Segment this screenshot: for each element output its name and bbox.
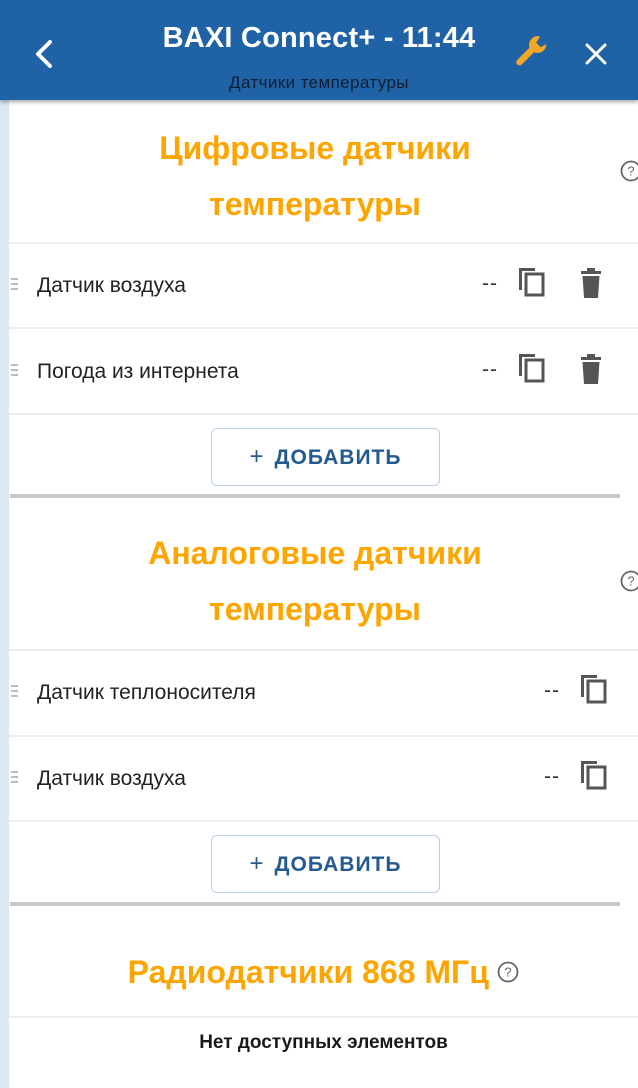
- add-digital-sensor-button[interactable]: + ДОБАВИТЬ: [211, 428, 440, 486]
- page-subtitle: Датчики температуры: [229, 73, 409, 92]
- sensor-name: Датчик воздуха: [37, 767, 186, 790]
- divider: [9, 327, 638, 329]
- list-item[interactable]: Датчик воздуха --: [9, 244, 638, 328]
- divider: [9, 1016, 638, 1018]
- add-button-label: ДОБАВИТЬ: [274, 446, 402, 469]
- svg-text:?: ?: [627, 164, 634, 179]
- trash-icon[interactable]: [579, 354, 603, 384]
- sensor-name: Погода из интернета: [37, 360, 239, 383]
- copy-icon[interactable]: [579, 759, 609, 791]
- digital-sensors-title-line1: Цифровые датчики: [159, 130, 471, 166]
- drag-handle-icon[interactable]: [11, 771, 19, 787]
- app-header: BAXI Connect+ - 11:44 Датчики температур…: [0, 0, 638, 100]
- radio-sensors-title: Радиодатчики 868 МГц: [127, 954, 489, 990]
- plus-icon: +: [249, 850, 265, 877]
- section-separator: [10, 902, 620, 906]
- section-separator: [10, 494, 620, 498]
- empty-list-message: Нет доступных элементов: [199, 1032, 448, 1053]
- copy-icon[interactable]: [579, 673, 609, 705]
- close-button[interactable]: [580, 38, 612, 70]
- drag-handle-icon[interactable]: [11, 685, 19, 701]
- wrench-icon: [516, 35, 547, 66]
- trash-icon[interactable]: [579, 268, 603, 298]
- divider: [9, 413, 638, 415]
- sensor-value: --: [544, 679, 560, 702]
- copy-icon[interactable]: [517, 352, 547, 384]
- divider: [9, 820, 638, 822]
- help-circle-icon[interactable]: ?: [620, 570, 638, 592]
- sensor-value: --: [482, 358, 498, 381]
- list-item[interactable]: Погода из интернета --: [9, 330, 638, 414]
- help-circle-icon[interactable]: ?: [620, 160, 638, 182]
- add-button-label: ДОБАВИТЬ: [274, 853, 402, 876]
- analog-sensors-title-line2: температуры: [209, 591, 421, 627]
- drag-handle-icon[interactable]: [11, 278, 19, 294]
- left-edge-strip: [0, 100, 9, 1088]
- copy-icon[interactable]: [517, 266, 547, 298]
- list-item[interactable]: Датчик теплоносителя --: [9, 651, 638, 735]
- drag-handle-icon[interactable]: [11, 364, 19, 380]
- sensor-value: --: [544, 765, 560, 788]
- close-icon: [585, 43, 607, 65]
- analog-sensors-title-line1: Аналоговые датчики: [148, 535, 482, 571]
- svg-text:?: ?: [627, 574, 634, 589]
- svg-text:?: ?: [505, 965, 512, 980]
- settings-button[interactable]: [512, 32, 552, 74]
- digital-sensors-title-line2: температуры: [209, 186, 421, 222]
- list-item[interactable]: Датчик воздуха --: [9, 737, 638, 821]
- sensor-name: Датчик теплоносителя: [37, 681, 256, 704]
- radio-sensors-header: Радиодатчики 868 МГц ?: [9, 944, 638, 1000]
- sensor-name: Датчик воздуха: [37, 274, 186, 297]
- add-analog-sensor-button[interactable]: + ДОБАВИТЬ: [211, 835, 440, 893]
- plus-icon: +: [249, 443, 265, 470]
- help-circle-icon[interactable]: ?: [497, 961, 519, 983]
- sensor-value: --: [482, 272, 498, 295]
